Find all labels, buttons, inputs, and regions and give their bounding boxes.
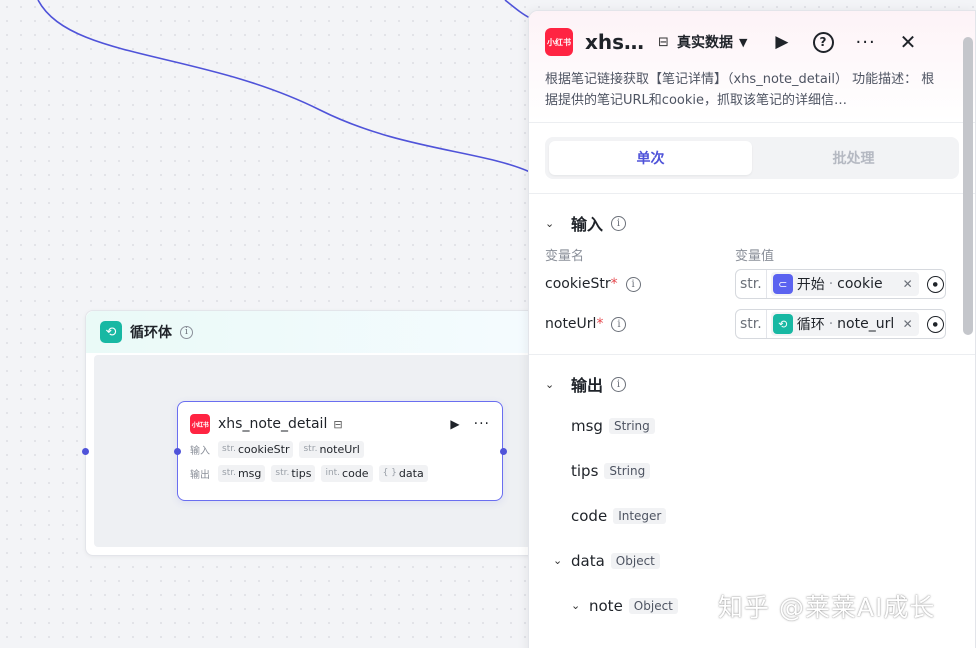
- var-name: cookieStr*: [545, 276, 618, 292]
- edge-top-right: [504, 0, 531, 19]
- chevron-down-icon[interactable]: ⌄: [545, 378, 563, 391]
- input-chip: str. noteUrl: [299, 440, 364, 458]
- input-label: 输入: [190, 445, 210, 457]
- output-type: Object: [610, 552, 660, 569]
- output-name: msg: [571, 416, 603, 435]
- output-chip: str. msg: [218, 464, 266, 482]
- node-title: xhs_note_detail: [218, 416, 328, 432]
- info-icon[interactable]: i: [611, 376, 627, 392]
- xhs-logo-icon: 小红书: [190, 414, 210, 434]
- output-chip: { } data: [378, 464, 428, 482]
- run-icon[interactable]: ▶: [450, 417, 459, 431]
- input-column-headers: 变量名 变量值: [529, 244, 975, 264]
- panel-header: 小红书 xhs… ⊟ 真实数据 ▼ ▶ ? ··· ✕ 根据笔记链接获取【笔记详…: [529, 11, 975, 123]
- divider: [529, 354, 975, 355]
- info-icon[interactable]: i: [180, 325, 193, 339]
- loop-header: ⟲ 循环体 i: [86, 311, 554, 353]
- input-section-title: 输入: [571, 215, 604, 234]
- output-row: ⌄ data Object: [529, 538, 975, 583]
- col-name-header: 变量名: [545, 248, 585, 264]
- output-type: Object: [628, 597, 678, 614]
- plugin-icon: ⊟: [333, 417, 343, 431]
- node-outputs-row: 输出 str. msg str. tips int. code { } data: [178, 462, 502, 484]
- output-type: String: [608, 417, 655, 434]
- panel-scrollbar[interactable]: [963, 37, 973, 335]
- output-name: code: [571, 506, 608, 525]
- var-value-field[interactable]: str. ⟲ 循环 · note_url ✕ ●: [735, 309, 946, 339]
- node-config-panel: 小红书 xhs… ⊟ 真实数据 ▼ ▶ ? ··· ✕ 根据笔记链接获取【笔记详…: [528, 10, 976, 648]
- output-row: code Integer: [529, 493, 975, 538]
- output-name: note: [589, 596, 623, 615]
- loop-icon: ⟲: [100, 321, 122, 343]
- col-value-header: 变量值: [735, 248, 775, 264]
- node-input-port[interactable]: [174, 448, 181, 455]
- input-row: cookieStr* i str. ⊂ 开始 · cookie ✕ ●: [529, 264, 975, 304]
- xhs-note-detail-node[interactable]: 小红书 xhs_note_detail ⊟ ▶ ··· 输入 str. cooki…: [177, 401, 503, 501]
- tab-single[interactable]: 单次: [549, 141, 752, 175]
- var-value-field[interactable]: str. ⊂ 开始 · cookie ✕ ●: [735, 269, 946, 299]
- node-header: 小红书 xhs_note_detail ⊟ ▶ ···: [178, 402, 502, 436]
- var-reference-tag[interactable]: ⊂ 开始 · cookie ✕: [770, 272, 919, 296]
- var-type[interactable]: str.: [736, 270, 767, 298]
- target-icon[interactable]: ●: [926, 275, 944, 293]
- xhs-logo-icon: 小红书: [545, 28, 573, 56]
- output-name: tips: [571, 461, 599, 480]
- caret-down-icon[interactable]: ▼: [739, 36, 747, 49]
- output-row: tips String: [529, 448, 975, 493]
- divider: [529, 193, 975, 194]
- output-row: msg String: [529, 403, 975, 448]
- run-icon[interactable]: ▶: [775, 32, 788, 52]
- start-node-icon: ⊂: [772, 274, 793, 294]
- input-row: noteUrl* i str. ⟲ 循环 · note_url ✕ ●: [529, 304, 975, 344]
- input-chip: str. cookieStr: [218, 440, 294, 458]
- var-name: noteUrl*: [545, 316, 604, 332]
- chevron-down-icon[interactable]: ⌄: [553, 554, 569, 567]
- input-section-header[interactable]: ⌄ 输入 i: [529, 208, 975, 238]
- output-chip: int. code: [321, 464, 373, 482]
- plugin-icon: ⊟: [658, 34, 669, 50]
- data-mode-select[interactable]: 真实数据: [677, 32, 733, 52]
- info-icon[interactable]: i: [625, 276, 641, 292]
- info-icon[interactable]: i: [611, 316, 627, 332]
- loop-title: 循环体: [130, 325, 172, 341]
- target-icon[interactable]: ●: [926, 315, 944, 333]
- more-icon[interactable]: ···: [856, 32, 876, 53]
- close-icon[interactable]: ✕: [900, 30, 917, 54]
- chevron-down-icon[interactable]: ⌄: [571, 599, 587, 612]
- tab-batch[interactable]: 批处理: [752, 141, 955, 175]
- clear-icon[interactable]: ✕: [903, 317, 913, 331]
- more-icon[interactable]: ···: [474, 416, 490, 432]
- clear-icon[interactable]: ✕: [903, 277, 913, 291]
- output-type: String: [604, 462, 651, 479]
- var-reference-tag[interactable]: ⟲ 循环 · note_url ✕: [770, 312, 919, 336]
- output-chip: str. tips: [271, 464, 316, 482]
- var-type[interactable]: str.: [736, 310, 767, 338]
- chevron-down-icon[interactable]: ⌄: [545, 217, 563, 230]
- run-mode-tabs: 单次 批处理: [545, 137, 959, 179]
- edge-top-left: [37, 0, 531, 173]
- loop-node-icon: ⟲: [772, 314, 793, 334]
- panel-title[interactable]: xhs…: [585, 30, 644, 54]
- output-label: 输出: [190, 469, 210, 481]
- loop-input-port[interactable]: [82, 448, 89, 455]
- workflow-canvas[interactable]: ⟲ 循环体 i 小红书 xhs_note_detail ⊟ ▶ ··· 输入 s…: [0, 0, 976, 648]
- output-section-header[interactable]: ⌄ 输出 i: [529, 369, 975, 399]
- output-name: data: [571, 551, 605, 570]
- node-output-port[interactable]: [500, 448, 507, 455]
- help-icon[interactable]: ?: [812, 31, 834, 53]
- output-section-title: 输出: [571, 376, 604, 395]
- info-icon[interactable]: i: [611, 215, 627, 231]
- output-type: Integer: [613, 507, 667, 524]
- node-inputs-row: 输入 str. cookieStr str. noteUrl: [178, 438, 502, 460]
- panel-description: 根据笔记链接获取【笔记详情】（xhs_note_detail） 功能描述： 根据…: [545, 72, 935, 108]
- watermark: 知乎 @莱莱AI成长: [718, 593, 936, 622]
